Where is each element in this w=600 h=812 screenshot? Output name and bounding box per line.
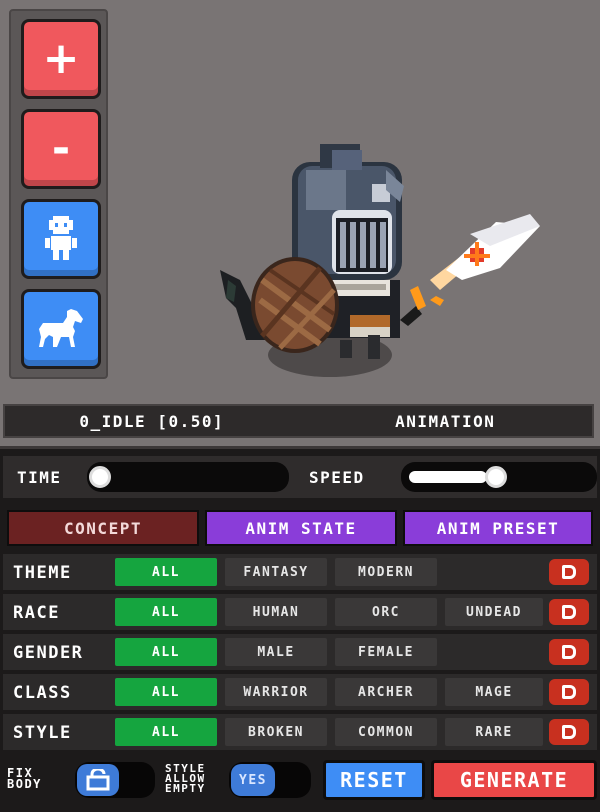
speed-label: SPEED (309, 468, 365, 487)
clear-icon (562, 565, 576, 579)
character-icon (45, 216, 77, 260)
style-allow-empty-toggle[interactable]: YES (229, 762, 311, 798)
clear-icon (562, 725, 576, 739)
tool-column: + - (9, 9, 108, 379)
fix-body-line2: BODY (7, 777, 42, 791)
chip-gender-female[interactable]: FEMALE (335, 638, 437, 666)
character-preview (200, 130, 560, 400)
clear-class-button[interactable] (549, 679, 589, 705)
time-slider-knob[interactable] (89, 466, 111, 488)
mount-view-button[interactable] (21, 289, 101, 369)
filter-label: GENDER (13, 643, 84, 663)
clear-gender-button[interactable] (549, 639, 589, 665)
style-allow-line3: EMPTY (165, 782, 206, 795)
fix-body-label: FIX BODY (7, 767, 42, 791)
chip-race-human[interactable]: HUMAN (225, 598, 327, 626)
chip-theme-fantasy[interactable]: FANTASY (225, 558, 327, 586)
footer-bar: FIX BODY STYLE ALLOW EMPTY YES RESET GEN… (3, 756, 597, 808)
chip-race-orc[interactable]: ORC (335, 598, 437, 626)
chip-style-rare[interactable]: RARE (445, 718, 543, 746)
animation-bar[interactable]: 0_IDLE [0.50] ANIMATION (3, 404, 594, 438)
speed-slider[interactable] (401, 462, 597, 492)
reset-button[interactable]: RESET (323, 760, 425, 800)
tab-anim-preset[interactable]: ANIM PRESET (403, 510, 593, 546)
lock-icon (86, 769, 110, 791)
speed-slider-knob[interactable] (485, 466, 507, 488)
time-slider[interactable] (87, 462, 289, 492)
filter-label: STYLE (13, 723, 72, 743)
clear-theme-button[interactable] (549, 559, 589, 585)
playback-sliders: TIME SPEED (3, 456, 597, 498)
chip-gender-male[interactable]: MALE (225, 638, 327, 666)
filter-row-theme: THEME ALL FANTASY MODERN (3, 554, 597, 590)
filter-row-class: CLASS ALL WARRIOR ARCHER MAGE (3, 674, 597, 710)
chip-class-archer[interactable]: ARCHER (335, 678, 437, 706)
filter-row-gender: GENDER ALL MALE FEMALE (3, 634, 597, 670)
clear-race-button[interactable] (549, 599, 589, 625)
fix-body-toggle[interactable] (75, 762, 155, 798)
generate-button[interactable]: GENERATE (431, 760, 597, 800)
animation-label: ANIMATION (395, 411, 496, 431)
tab-anim-state[interactable]: ANIM STATE (205, 510, 397, 546)
clear-icon (562, 685, 576, 699)
time-label: TIME (17, 468, 62, 487)
chip-race-all[interactable]: ALL (115, 598, 217, 626)
plus-icon: + (42, 33, 80, 84)
filter-label: THEME (13, 563, 72, 583)
chip-theme-modern[interactable]: MODERN (335, 558, 437, 586)
style-allow-empty-knob[interactable]: YES (231, 764, 275, 796)
chip-style-broken[interactable]: BROKEN (225, 718, 327, 746)
chip-style-all[interactable]: ALL (115, 718, 217, 746)
clear-style-button[interactable] (549, 719, 589, 745)
character-view-button[interactable] (21, 199, 101, 279)
filter-row-style: STYLE ALL BROKEN COMMON RARE (3, 714, 597, 750)
speed-slider-fill (409, 471, 487, 483)
chip-class-mage[interactable]: MAGE (445, 678, 543, 706)
minus-icon: - (51, 123, 71, 174)
filter-row-race: RACE ALL HUMAN ORC UNDEAD (3, 594, 597, 630)
chip-gender-all[interactable]: ALL (115, 638, 217, 666)
animation-current: 0_IDLE [0.50] (79, 411, 225, 431)
zoom-in-button[interactable]: + (21, 19, 101, 99)
chip-theme-all[interactable]: ALL (115, 558, 217, 586)
filter-label: RACE (13, 603, 60, 623)
filter-label: CLASS (13, 683, 72, 703)
chip-class-all[interactable]: ALL (115, 678, 217, 706)
tab-concept[interactable]: CONCEPT (7, 510, 199, 546)
tab-bar: CONCEPT ANIM STATE ANIM PRESET (3, 506, 597, 548)
clear-icon (562, 645, 576, 659)
chip-class-warrior[interactable]: WARRIOR (225, 678, 327, 706)
style-allow-empty-label: STYLE ALLOW EMPTY (165, 763, 206, 795)
horse-icon (39, 309, 83, 347)
chip-style-common[interactable]: COMMON (335, 718, 437, 746)
chip-race-undead[interactable]: UNDEAD (445, 598, 543, 626)
zoom-out-button[interactable]: - (21, 109, 101, 189)
fix-body-knob[interactable] (77, 764, 119, 796)
clear-icon (562, 605, 576, 619)
